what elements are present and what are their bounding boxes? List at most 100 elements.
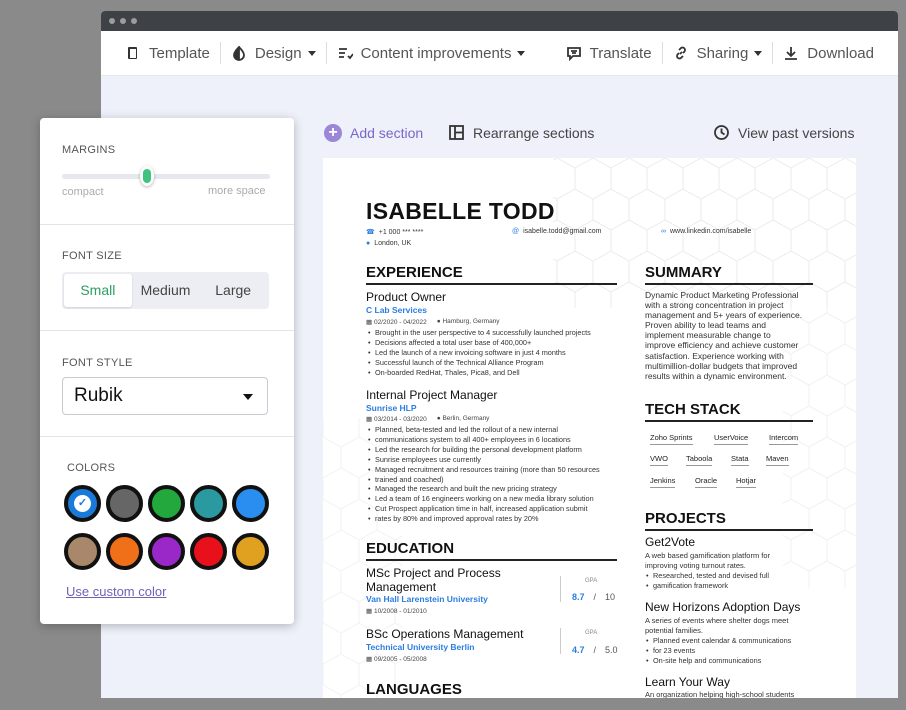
tech-tag[interactable]: Hotjar — [736, 476, 757, 488]
past-versions-label: View past versions — [738, 124, 855, 141]
color-swatch[interactable] — [232, 533, 269, 570]
color-swatch[interactable] — [64, 533, 101, 570]
tech-tag[interactable]: VWO — [650, 454, 668, 466]
education-dates: 09/2005 - 05/2008 — [373, 656, 427, 663]
font-style-select[interactable]: Rubik — [62, 377, 268, 415]
content-improvements-button[interactable]: Content improvements — [327, 31, 536, 75]
divider — [40, 224, 294, 225]
download-button[interactable]: Download — [773, 31, 884, 75]
margin-max-label: more space — [208, 185, 266, 197]
project-name[interactable]: New Horizons Adoption Days — [645, 600, 800, 614]
list-item: Led a team of 16 engineers working on a … — [368, 494, 600, 504]
template-button[interactable]: Template — [115, 31, 220, 75]
job-bullets: Planned, beta-tested and led the rollout… — [368, 425, 600, 524]
font-size-medium[interactable]: Medium — [132, 274, 200, 307]
summary-heading[interactable]: SUMMARY — [645, 264, 813, 285]
degree-title[interactable]: MSc Project and Process — [366, 566, 501, 580]
company-name[interactable]: C Lab Services — [366, 305, 427, 315]
color-swatch[interactable] — [232, 485, 269, 522]
gpa-max: 10 — [605, 592, 616, 602]
plus-icon: + — [324, 124, 342, 142]
color-swatch[interactable] — [148, 485, 185, 522]
tech-tag[interactable]: Maven — [766, 454, 789, 466]
project-description-line: potential families. — [645, 625, 703, 635]
project-description: A series of events where shelter dogs me… — [645, 616, 788, 636]
color-swatch[interactable] — [106, 533, 143, 570]
color-swatch[interactable] — [148, 533, 185, 570]
degree-title[interactable]: Management — [366, 580, 436, 594]
font-size-large[interactable]: Large — [199, 274, 267, 307]
project-description-line: A series of events where shelter dogs me… — [645, 616, 789, 625]
chevron-down-icon — [754, 50, 763, 56]
summary-line: satisfaction. Experience working with — [645, 350, 784, 361]
school-name[interactable]: Technical University Berlin — [366, 642, 475, 652]
translate-button[interactable]: Translate — [556, 31, 662, 75]
chevron-down-icon — [517, 50, 526, 56]
project-name[interactable]: Learn Your Way — [645, 675, 730, 689]
translate-icon — [566, 47, 581, 61]
tech-tag[interactable]: Intercom — [769, 433, 799, 445]
color-swatch[interactable] — [190, 485, 227, 522]
list-item: Successful launch of the Technical Allia… — [368, 358, 591, 368]
rearrange-sections-button[interactable]: Rearrange sections — [448, 124, 594, 141]
window-dot — [120, 18, 126, 24]
check-icon: ✓ — [74, 495, 91, 512]
linkedin-text: www.linkedin.com/isabelle — [670, 228, 752, 235]
margins-slider-handle[interactable] — [140, 166, 155, 186]
contact-location: ● London, UK — [366, 240, 411, 247]
editor-toolbar: Template Design Content improvements Tra… — [101, 31, 898, 76]
tech-tag[interactable]: Zoho Sprints — [650, 433, 693, 445]
contact-linkedin: ∞ www.linkedin.com/isabelle — [661, 228, 751, 235]
add-section-button[interactable]: + Add section — [324, 124, 423, 142]
education-heading[interactable]: EDUCATION — [366, 540, 617, 561]
languages-heading[interactable]: LANGUAGES — [366, 681, 617, 698]
resume-page[interactable]: ISABELLE TODD ☎ +1 000 *** **** @ isabelle… — [323, 158, 856, 698]
layout-icon — [449, 125, 464, 140]
template-label: Template — [149, 44, 210, 62]
summary-line: Proven ability to lead teams and — [645, 320, 766, 331]
tech-tag[interactable]: Stata — [731, 454, 749, 466]
sharing-button[interactable]: Sharing — [663, 31, 773, 75]
tech-tag[interactable]: Oracle — [695, 476, 718, 488]
summary-line: results within a dynamic environment. — [645, 370, 787, 381]
location-pin-icon: ● Hamburg, Germany — [436, 318, 500, 325]
margins-slider[interactable] — [62, 166, 270, 186]
custom-color-link[interactable]: Use custom color — [66, 584, 166, 599]
color-swatch[interactable] — [190, 533, 227, 570]
summary-line: multimillion-dollar budgets that improve… — [645, 360, 798, 371]
title-bar — [101, 11, 898, 31]
job-title[interactable]: Internal Project Manager — [366, 388, 497, 402]
tech-stack-heading[interactable]: TECH STACK — [645, 401, 813, 422]
font-size-selector[interactable]: Small Medium Large — [62, 272, 269, 309]
view-past-versions-button[interactable]: View past versions — [713, 124, 854, 141]
education-dates: 10/2008 - 01/2010 — [373, 608, 427, 615]
calendar-icon: ▦ 10/2008 - 01/2010 — [366, 608, 427, 615]
school-name[interactable]: Van Hall Larenstein University — [366, 594, 488, 604]
rearrange-label: Rearrange sections — [473, 124, 595, 141]
location-text: London, UK — [374, 240, 412, 247]
company-name[interactable]: Sunrise HLP — [366, 403, 417, 413]
projects-heading[interactable]: PROJECTS — [645, 510, 813, 531]
tech-tag[interactable]: Taboola — [686, 454, 713, 466]
font-size-small[interactable]: Small — [64, 274, 132, 307]
font-style-label: FONT STYLE — [62, 357, 133, 369]
gpa-divider — [560, 628, 561, 654]
project-name[interactable]: Get2Vote — [645, 535, 695, 549]
design-button[interactable]: Design — [221, 31, 326, 75]
tech-tag[interactable]: Jenkins — [650, 476, 676, 488]
project-bullets: Planned event calendar & communications … — [646, 636, 791, 666]
color-swatch[interactable]: ✓ — [64, 485, 101, 522]
project-description-line: A web based gamification platform for — [645, 551, 771, 560]
tech-tag[interactable]: UserVoice — [714, 433, 749, 445]
margins-label: MARGINS — [62, 144, 116, 156]
window-dot — [131, 18, 137, 24]
color-swatch[interactable] — [106, 485, 143, 522]
job-title[interactable]: Product Owner — [366, 290, 446, 304]
summary-text[interactable]: Dynamic Product Marketing Professional w… — [645, 290, 802, 381]
resume-name[interactable]: ISABELLE TODD — [366, 198, 555, 225]
list-item: communications system to all 400+ employ… — [368, 435, 600, 445]
degree-title[interactable]: BSc Operations Management — [366, 627, 523, 641]
experience-heading[interactable]: EXPERIENCE — [366, 264, 617, 285]
list-item: Led the launch of a new invoicing softwa… — [368, 348, 591, 358]
font-size-label: FONT SIZE — [62, 250, 122, 262]
